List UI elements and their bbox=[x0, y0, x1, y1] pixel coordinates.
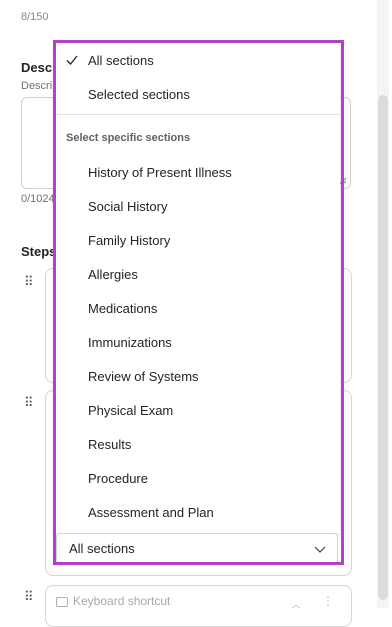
keyboard-icon bbox=[56, 597, 68, 607]
option-label: Immunizations bbox=[88, 334, 172, 350]
option-section[interactable]: Family History bbox=[56, 223, 340, 257]
drag-handle-icon[interactable]: ⠿ bbox=[24, 590, 33, 603]
description-heading: Desc bbox=[21, 60, 53, 75]
option-section[interactable]: Assessment and Plan bbox=[56, 495, 340, 529]
option-section[interactable]: Immunizations bbox=[56, 325, 340, 359]
step-card-label: Keyboard shortcut bbox=[73, 594, 171, 608]
scrollbar-thumb[interactable] bbox=[378, 95, 388, 600]
option-label: Allergies bbox=[88, 266, 138, 282]
select-value: All sections bbox=[69, 541, 135, 556]
description-hint: Descri bbox=[21, 80, 53, 92]
divider bbox=[56, 114, 340, 115]
checkmark-icon bbox=[66, 55, 78, 65]
sections-listbox: All sections Selected sections Select sp… bbox=[56, 43, 340, 533]
option-section[interactable]: Procedure bbox=[56, 461, 340, 495]
option-label: Assessment and Plan bbox=[88, 504, 214, 520]
option-selected-sections[interactable]: Selected sections bbox=[56, 77, 340, 111]
option-label: Results bbox=[88, 436, 132, 452]
option-label: Review of Systems bbox=[88, 368, 199, 384]
option-label: Selected sections bbox=[88, 86, 190, 102]
drag-handle-icon[interactable]: ⠿ bbox=[24, 275, 33, 288]
sections-select[interactable]: All sections bbox=[56, 533, 338, 565]
option-section[interactable]: Review of Systems bbox=[56, 359, 340, 393]
more-icon[interactable]: ⋮ bbox=[322, 594, 334, 608]
chevron-up-icon[interactable]: ︿ bbox=[291, 596, 301, 611]
option-section[interactable]: Results bbox=[56, 427, 340, 461]
description-char-count: 0/1024 bbox=[21, 193, 55, 205]
chevron-down-icon bbox=[314, 546, 326, 553]
option-label: Family History bbox=[88, 232, 171, 248]
option-label: History of Present Illness bbox=[88, 164, 232, 180]
option-label: Medications bbox=[88, 300, 158, 316]
option-all-sections[interactable]: All sections bbox=[56, 43, 340, 77]
option-section[interactable]: Allergies bbox=[56, 257, 340, 291]
drag-handle-icon[interactable]: ⠿ bbox=[24, 396, 33, 409]
option-label: Social History bbox=[88, 198, 168, 214]
option-section[interactable]: History of Present Illness bbox=[56, 155, 340, 189]
option-section[interactable]: Medications bbox=[56, 291, 340, 325]
steps-heading: Steps bbox=[21, 244, 57, 259]
option-label: Procedure bbox=[88, 470, 148, 486]
option-label: All sections bbox=[88, 52, 154, 68]
option-section[interactable]: Social History bbox=[56, 189, 340, 223]
group-header: Select specific sections bbox=[66, 132, 191, 144]
option-label: Physical Exam bbox=[88, 402, 174, 418]
title-char-count: 8/150 bbox=[21, 11, 49, 23]
resize-grip-icon[interactable] bbox=[339, 177, 347, 185]
option-section[interactable]: Physical Exam bbox=[56, 393, 340, 427]
